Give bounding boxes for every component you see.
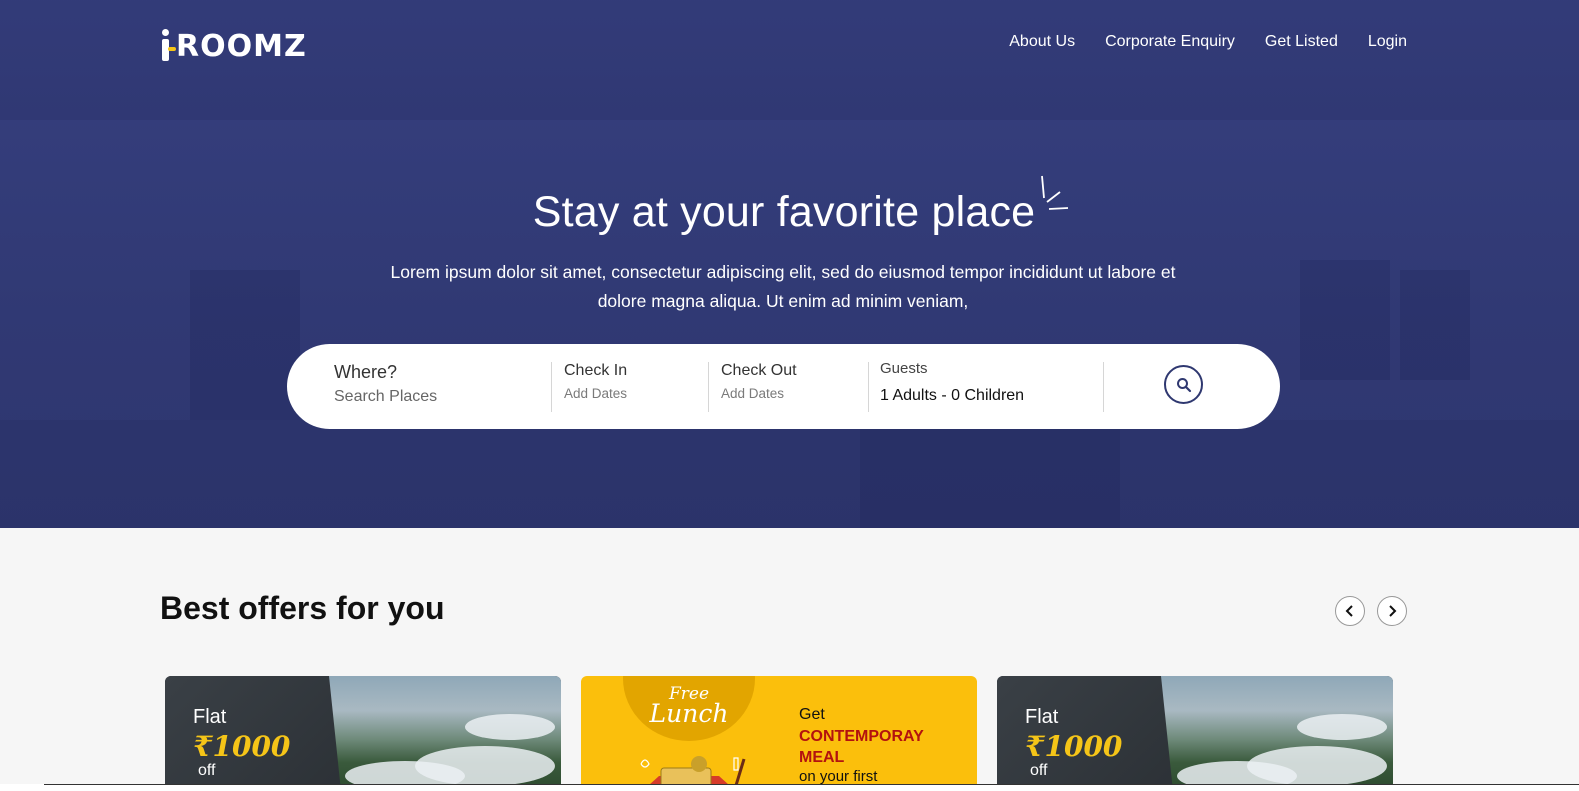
check-in-field[interactable]: Check In Add Dates bbox=[564, 362, 704, 410]
chevron-right-icon bbox=[1389, 605, 1397, 617]
divider bbox=[868, 362, 869, 412]
search-button[interactable] bbox=[1164, 365, 1203, 404]
sparkle-icon bbox=[1041, 175, 1069, 210]
check-in-label: Check In bbox=[564, 362, 628, 379]
nav-about-us[interactable]: About Us bbox=[1009, 33, 1075, 51]
offer-flat-label: Flat bbox=[193, 706, 227, 728]
check-out-input[interactable]: Add Dates bbox=[721, 386, 861, 401]
offer-off-label: off bbox=[198, 762, 216, 779]
nav-corporate-enquiry[interactable]: Corporate Enquiry bbox=[1105, 33, 1235, 51]
offer-amount: ₹1000 bbox=[1025, 730, 1123, 763]
main-nav: About Us Corporate Enquiry Get Listed Lo… bbox=[1009, 33, 1407, 51]
where-field[interactable]: Where? Search Places bbox=[334, 362, 534, 410]
offers-title: Best offers for you bbox=[160, 590, 445, 626]
search-icon bbox=[1176, 377, 1191, 392]
logo-text: ROOMZ bbox=[176, 28, 307, 64]
guests-field[interactable]: Guests 1 Adults - 0 Children bbox=[880, 360, 1080, 408]
offer-amount: ₹1000 bbox=[193, 730, 291, 763]
offer-first-label: on your first bbox=[799, 768, 878, 785]
search-places-input[interactable]: Search Places bbox=[334, 388, 534, 406]
offer-card-flat-discount[interactable]: Flat ₹1000 off bbox=[997, 676, 1393, 791]
hero-title: Stay at your favorite place bbox=[532, 188, 1036, 236]
nav-login[interactable]: Login bbox=[1368, 33, 1407, 51]
offer-card-flat-discount[interactable]: Flat ₹1000 off bbox=[165, 676, 561, 791]
where-label: Where? bbox=[334, 362, 398, 382]
offer-flat-label: Flat bbox=[1025, 706, 1059, 728]
next-offers-button[interactable] bbox=[1377, 596, 1407, 626]
check-out-field[interactable]: Check Out Add Dates bbox=[721, 362, 861, 410]
divider bbox=[708, 362, 709, 412]
chevron-left-icon bbox=[1345, 605, 1353, 617]
lunch-label: Lunch bbox=[649, 699, 729, 728]
hero-subtitle: Lorem ipsum dolor sit amet, consectetur … bbox=[390, 262, 1176, 311]
check-out-label: Check Out bbox=[721, 362, 797, 379]
search-bar: Where? Search Places Check In Add Dates … bbox=[287, 344, 1280, 429]
logo[interactable]: ROOMZ bbox=[160, 28, 307, 64]
guests-selector[interactable]: 1 Adults - 0 Children bbox=[880, 387, 1080, 405]
prev-offers-button[interactable] bbox=[1335, 596, 1365, 626]
divider bbox=[551, 362, 552, 412]
nav-get-listed[interactable]: Get Listed bbox=[1265, 33, 1338, 51]
offer-meal-label: CONTEMPORAY MEAL bbox=[799, 728, 924, 766]
offer-card-free-lunch[interactable]: Free Lunch Get CONTEMPORAY MEAL on your … bbox=[581, 676, 977, 791]
bottom-edge bbox=[0, 784, 1579, 791]
check-in-input[interactable]: Add Dates bbox=[564, 386, 704, 401]
key-i-icon bbox=[160, 29, 176, 63]
divider bbox=[1103, 362, 1104, 412]
guests-label: Guests bbox=[880, 360, 928, 377]
offer-off-label: off bbox=[1030, 762, 1048, 779]
offer-get-label: Get bbox=[799, 706, 825, 723]
